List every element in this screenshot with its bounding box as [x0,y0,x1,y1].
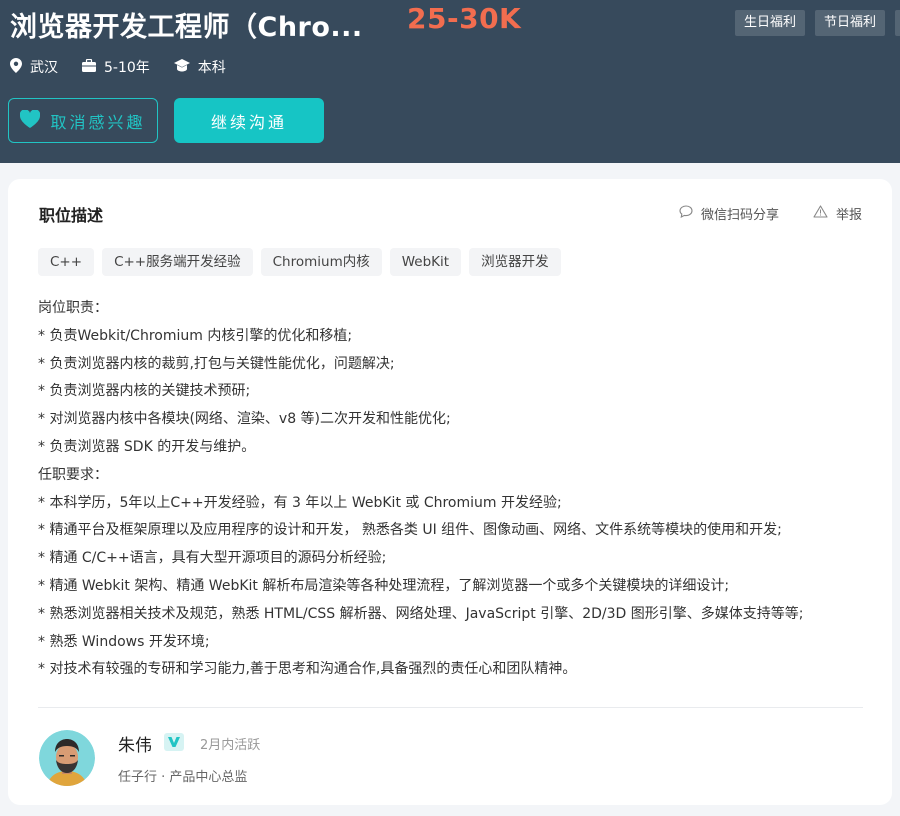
cancel-interest-button[interactable]: 取消感兴趣 [8,98,158,143]
desc-line: * 负责浏览器 SDK 的开发与维护。 [38,438,256,455]
location-text: 武汉 [30,60,58,76]
recruiter-name: 朱伟 [118,736,152,756]
benefit-tag: 节日福利 [815,10,886,36]
desc-line: * 本科学历，5年以上C++开发经验，有 3 年以上 WebKit 或 Chro… [38,494,562,511]
graduation-cap-icon [173,58,198,76]
divider [38,707,863,708]
benefit-tag: 生日福利 [735,10,806,36]
avatar[interactable] [39,730,95,786]
desc-line: * 精通 Webkit 架构、精通 WebKit 解析布局渲染等各种处理流程，了… [38,577,730,594]
job-description-card: 职位描述 微信扫码分享 举报 C++ C++服务端开发经验 Chromium内核… [8,179,892,805]
warning-icon [813,205,836,222]
continue-chat-button[interactable]: 继续沟通 [174,98,324,143]
wechat-share-button[interactable]: 微信扫码分享 [679,204,779,223]
verified-icon [164,733,184,751]
education-text: 本科 [197,60,226,76]
skill-tag: 浏览器开发 [469,248,561,276]
report-label: 举报 [836,208,863,223]
desc-line: * 熟悉 Windows 开发环境; [38,633,210,650]
desc-line: * 负责Webkit/Chromium 内核引擎的优化和移植; [38,327,353,344]
share-label: 微信扫码分享 [701,208,780,223]
desc-line: 任职要求： [38,466,108,483]
skill-tag: WebKit [389,248,462,276]
cancel-interest-label: 取消感兴趣 [50,112,146,132]
desc-line: * 精通 C/C++语言，具有大型开源项目的源码分析经验; [38,550,387,567]
job-info-row: 武汉 5-10年 本科 [10,57,250,77]
desc-line: * 负责浏览器内核的关键技术预研; [38,383,251,400]
salary: 25-30K [407,2,522,35]
location-info: 武汉 [10,57,58,77]
skill-tags: C++ C++服务端开发经验 Chromium内核 WebKit 浏览器开发 [38,248,569,276]
benefit-tag-overflow [895,10,900,36]
job-title: 浏览器开发工程师（Chro... [10,12,363,43]
briefcase-icon [82,58,104,76]
desc-line: * 熟悉浏览器相关技术及规范，熟悉 HTML/CSS 解析器、网络处理、Java… [38,605,804,622]
active-status: 2月内活跃 [200,738,261,753]
skill-tag: Chromium内核 [260,248,382,276]
experience-info: 5-10年 [82,57,150,77]
chat-bubble-icon [679,205,701,222]
skill-tag: C++ [38,248,95,276]
desc-line: * 负责浏览器内核的裁剪,打包与关键性能优化，问题解决; [38,355,395,372]
desc-line: * 对技术有较强的专研和学习能力,善于思考和沟通合作,具备强烈的责任心和团队精神… [38,661,577,678]
job-header: 浏览器开发工程师（Chro... 25-30K 生日福利 节日福利 武汉 5-1… [0,0,900,163]
location-icon [10,57,30,77]
desc-line: * 精通平台及框架原理以及应用程序的设计和开发， 熟悉各类 UI 组件、图像动画… [38,522,782,539]
skill-tag: C++服务端开发经验 [102,248,253,276]
job-description-text: 岗位职责： * 负责Webkit/Chromium 内核引擎的优化和移植; * … [38,295,878,684]
desc-line: 岗位职责： [38,300,108,316]
heart-icon [20,108,50,132]
experience-text: 5-10年 [104,60,150,76]
desc-line: * 对浏览器内核中各模块(网络、渲染、v8 等)二次开发和性能优化; [38,411,451,428]
section-title: 职位描述 [39,206,104,225]
report-button[interactable]: 举报 [813,204,862,223]
education-info: 本科 [173,57,226,77]
recruiter-company-title: 任子行 · 产品中心总监 [118,770,248,785]
